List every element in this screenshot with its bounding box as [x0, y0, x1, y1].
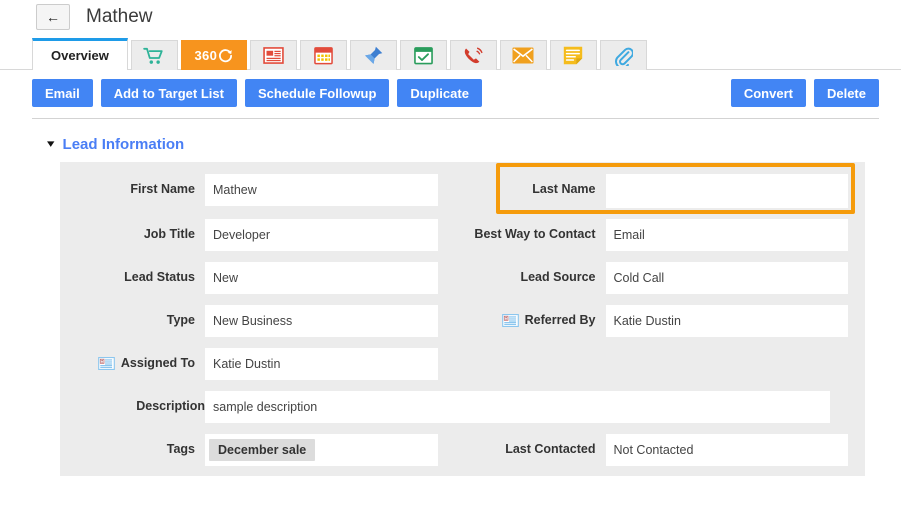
tab-360-label: 360 [194, 48, 218, 63]
type-label: Type [166, 313, 195, 327]
job-title-label: Job Title [143, 227, 195, 241]
last-name-input[interactable] [605, 174, 848, 208]
field-lead-source: Lead Source Cold Call [463, 262, 866, 294]
description-label: Description [136, 399, 205, 413]
field-referred-by: Referred By Katie Dustin [463, 305, 866, 337]
lead-information-panel: First Name Mathew Last Name Job Title De… [60, 162, 865, 476]
tab-pinned[interactable] [349, 40, 397, 70]
assigned-to-label-wrap: Assigned To [60, 348, 205, 372]
title-bar: ← Mathew [0, 0, 901, 30]
best-way-label-wrap: Best Way to Contact [463, 219, 606, 243]
referred-by-label: Referred By [524, 313, 596, 327]
form-row: Lead Status New Lead Source Cold Call [60, 262, 865, 294]
back-button[interactable]: ← [36, 4, 70, 30]
duplicate-button[interactable]: Duplicate [397, 79, 482, 107]
lead-status-input[interactable]: New [205, 262, 438, 294]
first-name-label-wrap: First Name [60, 174, 205, 198]
shopping-cart-icon [143, 47, 165, 65]
tab-news[interactable] [249, 40, 297, 70]
schedule-followup-button[interactable]: Schedule Followup [244, 79, 390, 107]
field-tags: Tags December sale [60, 434, 463, 466]
form-row: Tags December sale Last Contacted Not Co… [60, 434, 865, 466]
form-row: Job Title Developer Best Way to Contact … [60, 219, 865, 251]
tags-input[interactable]: December sale [205, 434, 438, 466]
form-row: Type New Business Referred By Katie Dust… [60, 305, 865, 337]
tag-chip[interactable]: December sale [209, 439, 316, 461]
calendar-icon [314, 46, 333, 65]
form-row: First Name Mathew Last Name [60, 174, 865, 208]
best-way-to-contact-input[interactable]: Email [605, 219, 848, 251]
contact-card-icon[interactable] [501, 314, 519, 328]
phone-ringing-icon [463, 46, 484, 66]
last-name-label-wrap: Last Name [463, 174, 606, 198]
referred-by-input[interactable]: Katie Dustin [605, 305, 848, 337]
tags-label: Tags [166, 442, 195, 456]
assigned-to-input[interactable]: Katie Dustin [205, 348, 438, 380]
checked-calendar-icon [413, 46, 433, 65]
form-row: Assigned To Katie Dustin [60, 348, 865, 380]
field-last-name: Last Name [463, 174, 866, 208]
tags-label-wrap: Tags [60, 434, 205, 458]
note-icon [563, 46, 583, 65]
pushpin-icon [363, 45, 384, 66]
referred-by-label-wrap: Referred By [463, 305, 606, 329]
last-contacted-label-wrap: Last Contacted [463, 434, 606, 458]
description-label-wrap: Description [60, 391, 205, 415]
lead-source-label: Lead Source [520, 270, 596, 284]
toolbar-divider [32, 118, 879, 119]
job-title-input[interactable]: Developer [205, 219, 438, 251]
paperclip-icon [613, 46, 634, 66]
email-button[interactable]: Email [32, 79, 93, 107]
tab-shopping-cart[interactable] [130, 40, 178, 70]
field-type: Type New Business [60, 305, 463, 337]
newspaper-icon [263, 47, 284, 64]
tab-360[interactable]: 360 [180, 40, 247, 70]
tab-attachments[interactable] [599, 40, 647, 70]
action-bar: Email Add to Target List Schedule Follow… [0, 79, 901, 107]
tab-bar: Overview 360 [0, 38, 901, 70]
last-name-label: Last Name [532, 182, 596, 196]
last-contacted-input[interactable]: Not Contacted [605, 434, 848, 466]
tab-calls[interactable] [449, 40, 497, 70]
tab-emails[interactable] [499, 40, 547, 70]
envelope-icon [512, 47, 534, 64]
best-way-to-contact-label: Best Way to Contact [474, 227, 596, 241]
field-description: Description sample description [60, 391, 865, 423]
tab-calendar[interactable] [299, 40, 347, 70]
field-best-way-to-contact: Best Way to Contact Email [463, 219, 866, 251]
type-label-wrap: Type [60, 305, 205, 329]
tab-tasks[interactable] [399, 40, 447, 70]
field-lead-status: Lead Status New [60, 262, 463, 294]
back-arrow-icon: ← [46, 9, 60, 25]
tab-notes[interactable] [549, 40, 597, 70]
job-title-label-wrap: Job Title [60, 219, 205, 243]
lead-status-label: Lead Status [124, 270, 195, 284]
field-assigned-to: Assigned To Katie Dustin [60, 348, 463, 380]
delete-button[interactable]: Delete [813, 79, 879, 107]
field-last-contacted: Last Contacted Not Contacted [463, 434, 866, 466]
section-title: Lead Information [62, 136, 185, 153]
first-name-label: First Name [130, 182, 195, 196]
lead-source-input[interactable]: Cold Call [605, 262, 848, 294]
tab-overview-label: Overview [51, 48, 109, 63]
lead-status-label-wrap: Lead Status [60, 262, 205, 286]
convert-button[interactable]: Convert [730, 79, 806, 107]
field-job-title: Job Title Developer [60, 219, 463, 251]
page-title: Mathew [86, 6, 153, 27]
refresh-circle-icon [218, 48, 233, 63]
chevron-down-icon: ▾ [47, 138, 55, 150]
description-input[interactable]: sample description [205, 391, 830, 423]
form-row: Description sample description [60, 391, 865, 423]
last-contacted-label: Last Contacted [505, 442, 596, 456]
add-to-target-list-button[interactable]: Add to Target List [100, 79, 237, 107]
first-name-input[interactable]: Mathew [205, 174, 438, 206]
lead-information-section-toggle[interactable]: ▾ Lead Information [47, 136, 185, 153]
lead-source-label-wrap: Lead Source [463, 262, 606, 286]
type-input[interactable]: New Business [205, 305, 438, 337]
field-first-name: First Name Mathew [60, 174, 463, 206]
tab-overview[interactable]: Overview [32, 38, 128, 70]
assigned-to-label: Assigned To [120, 356, 195, 370]
contact-card-icon[interactable] [98, 357, 115, 371]
